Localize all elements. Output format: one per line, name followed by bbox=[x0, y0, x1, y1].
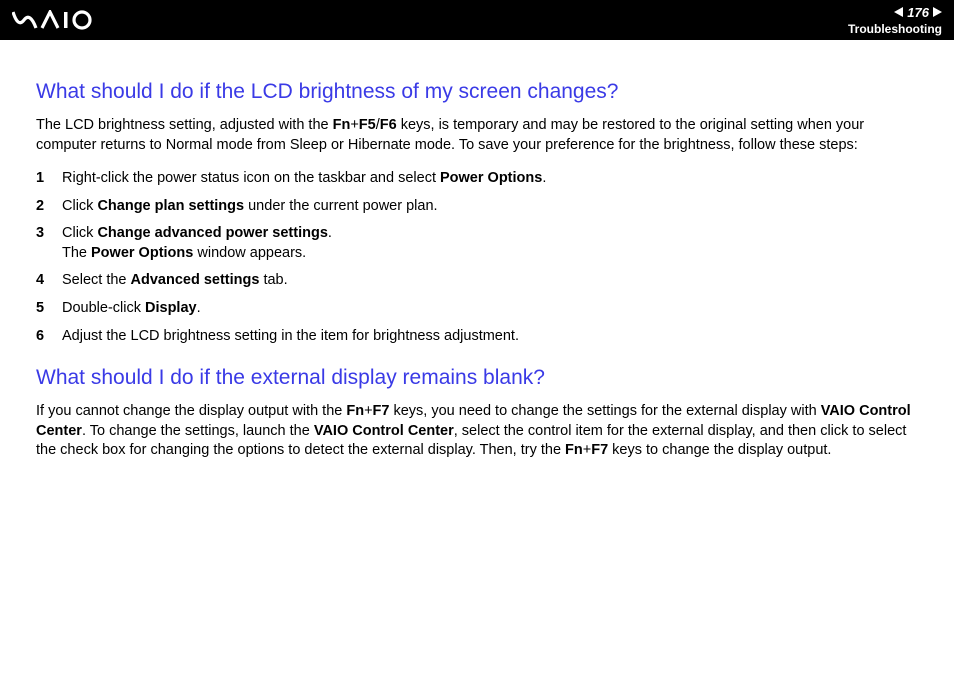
page-nav[interactable]: 176 bbox=[848, 5, 942, 20]
section2-heading: What should I do if the external display… bbox=[36, 366, 918, 390]
step-item: 5 Double-click Display. bbox=[36, 299, 918, 319]
vaio-logo bbox=[12, 0, 104, 40]
section1-heading: What should I do if the LCD brightness o… bbox=[36, 80, 918, 104]
step-item: 4 Select the Advanced settings tab. bbox=[36, 271, 918, 291]
step-item: 1 Right-click the power status icon on t… bbox=[36, 169, 918, 189]
section-label: Troubleshooting bbox=[848, 22, 942, 36]
section2-paragraph: If you cannot change the display output … bbox=[36, 402, 918, 461]
header-right: 176 Troubleshooting bbox=[848, 5, 942, 36]
step-item: 2 Click Change plan settings under the c… bbox=[36, 197, 918, 217]
prev-page-icon[interactable] bbox=[894, 7, 903, 17]
step-item: 6 Adjust the LCD brightness setting in t… bbox=[36, 327, 918, 347]
next-page-icon[interactable] bbox=[933, 7, 942, 17]
section2: What should I do if the external display… bbox=[36, 366, 918, 461]
section1-intro: The LCD brightness setting, adjusted wit… bbox=[36, 116, 918, 155]
content-area: What should I do if the LCD brightness o… bbox=[0, 40, 954, 495]
step-item: 3 Click Change advanced power settings.T… bbox=[36, 224, 918, 263]
header-bar: 176 Troubleshooting bbox=[0, 0, 954, 40]
steps-list: 1 Right-click the power status icon on t… bbox=[36, 169, 918, 346]
page-number: 176 bbox=[907, 5, 929, 20]
